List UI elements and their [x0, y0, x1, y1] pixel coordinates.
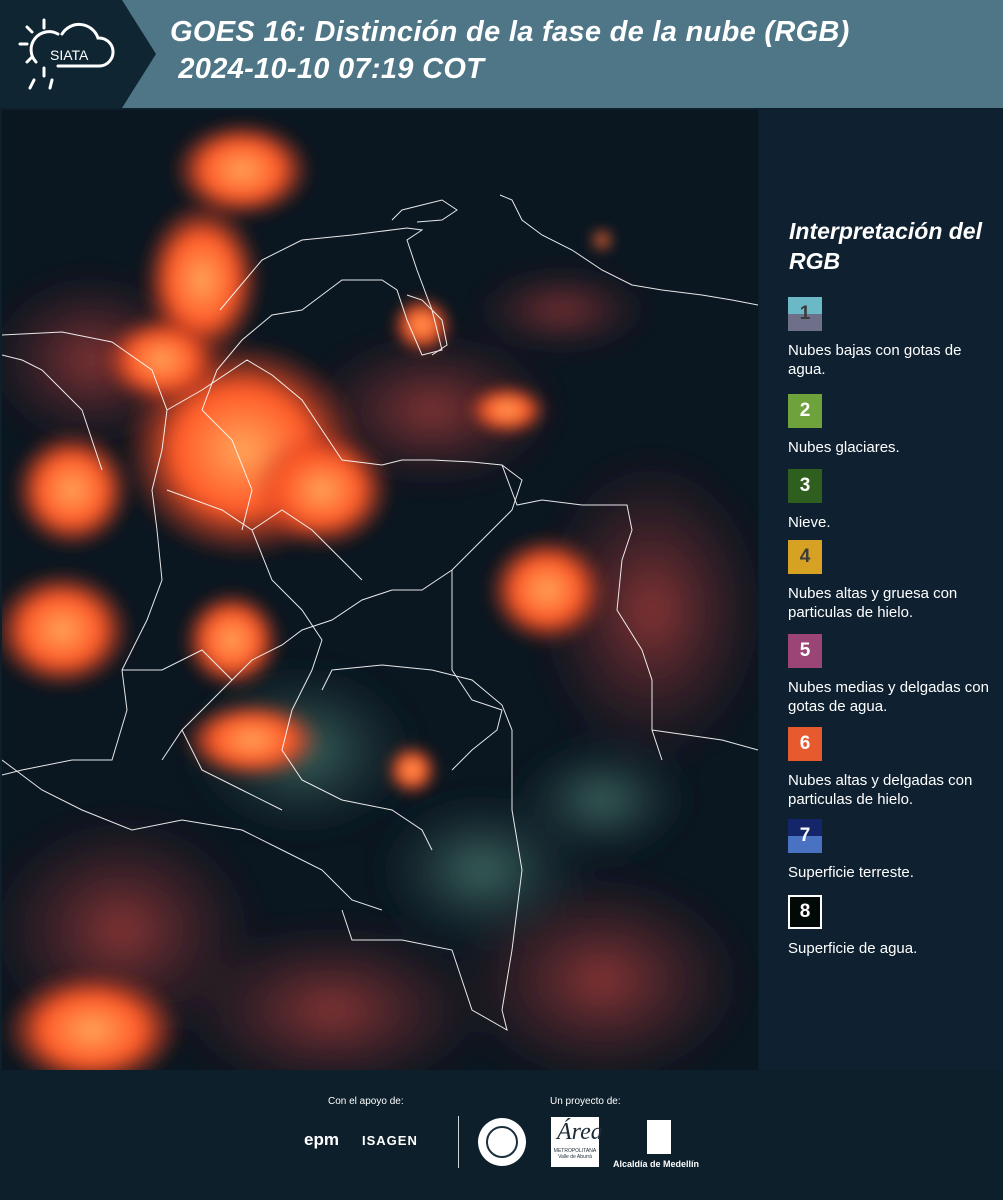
sun-cloud-icon: SIATA — [18, 18, 115, 90]
project-label: Un proyecto de: — [550, 1096, 621, 1107]
area-metropolitana-logo: Área METROPOLITANA Valle de Aburrá — [551, 1117, 603, 1167]
legend-item-4: 4 Nubes altas y gruesa con particulas de… — [788, 540, 1000, 622]
university-seal-icon — [478, 1118, 526, 1166]
legend-item-5: 5 Nubes medias y delgadas con gotas de a… — [788, 634, 1000, 716]
epm-logo: epm — [304, 1130, 339, 1149]
legend-swatch-6: 6 — [788, 727, 822, 761]
legend-label-3: Nieve. — [788, 514, 831, 531]
alcaldia-shield-icon — [647, 1120, 671, 1154]
legend-item-7: 7 Superficie terreste. — [788, 819, 1000, 882]
area-logo-subtext: METROPOLITANA Valle de Aburrá — [553, 1148, 597, 1160]
header-chevron — [122, 0, 156, 108]
legend-label-1: Nubes bajas con gotas de agua. — [788, 342, 962, 378]
satellite-map — [2, 110, 758, 1070]
legend-swatch-3: 3 — [788, 469, 822, 503]
legend-number-2: 2 — [799, 400, 811, 421]
siata-logo: SIATA — [0, 0, 122, 108]
legend-item-3: 3 Nieve. — [788, 469, 1000, 532]
support-label: Con el apoyo de: — [328, 1096, 404, 1107]
legend-label-6: Nubes altas y delgadas con particulas de… — [788, 772, 973, 808]
legend-item-1: 1 Nubes bajas con gotas de agua. — [788, 297, 1000, 379]
legend-swatch-4: 4 — [788, 540, 822, 574]
legend-label-2: Nubes glaciares. — [788, 439, 900, 456]
legend-item-2: 2 Nubes glaciares. — [788, 394, 1000, 457]
legend-number-6: 6 — [799, 733, 811, 754]
page-title: GOES 16: Distinción de la fase de la nub… — [170, 16, 850, 85]
legend-swatch-5: 5 — [788, 634, 822, 668]
legend-swatch-2: 2 — [788, 394, 822, 428]
alcaldia-label: Alcaldía de Medellín — [613, 1159, 700, 1169]
legend-label-7: Superficie terreste. — [788, 864, 914, 881]
siata-logo-text: SIATA — [50, 47, 89, 63]
legend-panel: Interpretación del RGB 1 Nubes bajas con… — [760, 110, 1003, 1070]
area-logo-text: Área — [557, 1119, 603, 1145]
legend-label-4: Nubes altas y gruesa con particulas de h… — [788, 585, 958, 621]
legend-item-8: 8 Superficie de agua. — [788, 895, 1000, 958]
legend-swatch-8: 8 — [788, 895, 822, 929]
footer-divider — [458, 1116, 459, 1168]
legend-swatch-1: 1 — [788, 297, 822, 331]
legend-number-3: 3 — [799, 475, 811, 496]
legend-title: Interpretación del RGB — [789, 218, 982, 274]
satellite-image — [2, 110, 758, 1070]
footer: Con el apoyo de: Un proyecto de: epm ISA… — [0, 1070, 1003, 1200]
legend-number-1: 1 — [799, 303, 811, 324]
legend-swatch-7: 7 — [788, 819, 822, 853]
legend-label-5: Nubes medias y delgadas con gotas de agu… — [788, 679, 989, 715]
legend-number-8: 8 — [799, 901, 811, 922]
legend-label-8: Superficie de agua. — [788, 940, 918, 957]
isagen-logo: ISAGEN — [362, 1133, 418, 1148]
legend-number-7: 7 — [799, 825, 811, 846]
legend-number-5: 5 — [799, 640, 811, 661]
legend-number-4: 4 — [799, 546, 811, 567]
legend-item-6: 6 Nubes altas y delgadas con particulas … — [788, 727, 1000, 809]
